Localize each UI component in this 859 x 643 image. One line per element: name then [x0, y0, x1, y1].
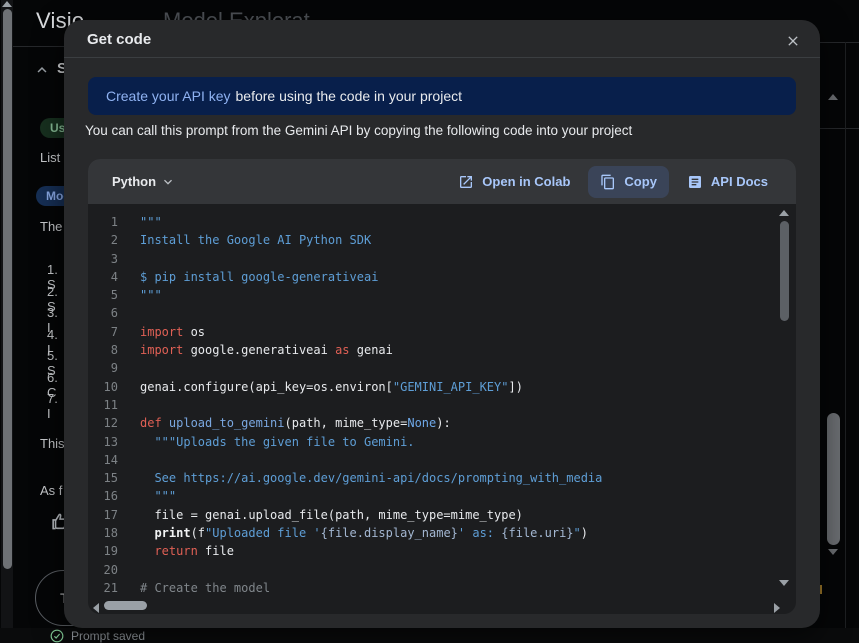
- button-label: API Docs: [711, 174, 768, 189]
- code-line: 20: [88, 561, 778, 579]
- line-number: 5: [88, 286, 118, 304]
- button-label: Open in Colab: [482, 174, 570, 189]
- code-line: 11: [88, 396, 778, 414]
- status-text: Prompt saved: [71, 629, 145, 643]
- line-number: 14: [88, 451, 118, 469]
- line-number: 18: [88, 524, 118, 542]
- bg-list-item: 7. I: [47, 391, 58, 421]
- bg-divider: [845, 42, 846, 643]
- page-scrollbar-thumb[interactable]: [827, 413, 840, 545]
- language-select[interactable]: Python: [112, 174, 176, 190]
- copy-button[interactable]: Copy: [588, 166, 669, 198]
- bg-divider: [820, 42, 859, 43]
- page-scrollbar-thumb[interactable]: [3, 9, 12, 569]
- code-line: 12def upload_to_gemini(path, mime_type=N…: [88, 414, 778, 432]
- scroll-right-icon[interactable]: [774, 603, 780, 613]
- code-scrollbar-vertical[interactable]: [780, 221, 789, 321]
- code-editor[interactable]: 1"""2Install the Google AI Python SDK34$…: [88, 204, 778, 596]
- line-number: 8: [88, 341, 118, 359]
- code-line: 2Install the Google AI Python SDK: [88, 231, 778, 249]
- api-key-banner: Create your API key before using the cod…: [88, 77, 796, 115]
- bg-text-this: This: [40, 436, 65, 451]
- close-button[interactable]: [780, 28, 806, 54]
- code-line: 18 print(f"Uploaded file '{file.display_…: [88, 524, 778, 542]
- code-line: 9: [88, 359, 778, 377]
- code-toolbar: Python Open in Colab: [88, 159, 796, 204]
- code-line: 6: [88, 304, 778, 322]
- scroll-up-icon[interactable]: [828, 94, 838, 100]
- line-number: 11: [88, 396, 118, 414]
- bg-divider: [13, 46, 64, 47]
- line-number: 10: [88, 378, 118, 396]
- code-line: 8import google.generativeai as genai: [88, 341, 778, 359]
- line-number: 3: [88, 250, 118, 268]
- line-number: 13: [88, 433, 118, 451]
- line-number: 15: [88, 469, 118, 487]
- bg-text-as: As f: [40, 483, 62, 498]
- get-code-dialog: Get code Create your API key before usin…: [64, 20, 820, 628]
- line-number: 17: [88, 506, 118, 524]
- code-line: 21# Create the model: [88, 579, 778, 596]
- dialog-title: Get code: [87, 31, 151, 48]
- code-line: 5""": [88, 286, 778, 304]
- line-number: 12: [88, 414, 118, 432]
- api-docs-button[interactable]: API Docs: [675, 166, 780, 198]
- code-line: 19 return file: [88, 542, 778, 560]
- document-icon: [687, 174, 703, 190]
- code-line: 10genai.configure(api_key=os.environ["GE…: [88, 378, 778, 396]
- code-line: 14: [88, 451, 778, 469]
- status-bar: Prompt saved: [0, 628, 859, 643]
- code-line: 13 """Uploads the given file to Gemini.: [88, 433, 778, 451]
- code-panel: Python Open in Colab: [88, 159, 796, 614]
- line-number: 20: [88, 561, 118, 579]
- line-number: 19: [88, 542, 118, 560]
- code-line: 7import os: [88, 323, 778, 341]
- dialog-subtitle: You can call this prompt from the Gemini…: [85, 123, 632, 138]
- line-number: 21: [88, 579, 118, 596]
- app-root: Visio Model Explorat S Use List Moc The …: [0, 0, 859, 643]
- chevron-up-icon[interactable]: [33, 61, 51, 79]
- line-number: 9: [88, 359, 118, 377]
- line-number: 2: [88, 231, 118, 249]
- code-scrollbar-horizontal[interactable]: [104, 601, 147, 610]
- divider: [64, 57, 820, 58]
- scroll-up-icon[interactable]: [779, 210, 789, 216]
- scroll-up-icon[interactable]: [2, 1, 12, 7]
- create-api-key-link[interactable]: Create your API key: [106, 88, 231, 104]
- line-number: 1: [88, 213, 118, 231]
- copy-icon: [600, 174, 616, 190]
- bg-text-list: List: [40, 150, 60, 165]
- code-line: 4$ pip install google-generativeai: [88, 268, 778, 286]
- code-line: 17 file = genai.upload_file(path, mime_t…: [88, 506, 778, 524]
- line-number: 16: [88, 487, 118, 505]
- code-line: 1""": [88, 213, 778, 231]
- scroll-left-icon[interactable]: [93, 603, 99, 613]
- scroll-down-icon[interactable]: [828, 549, 838, 555]
- code-line: 15 See https://ai.google.dev/gemini-api/…: [88, 469, 778, 487]
- code-line: 16 """: [88, 487, 778, 505]
- button-label: Copy: [624, 174, 657, 189]
- language-label: Python: [112, 174, 156, 189]
- code-lines: 1"""2Install the Google AI Python SDK34$…: [88, 213, 778, 596]
- toolbar-actions: Open in Colab Copy: [446, 166, 780, 198]
- code-line: 3: [88, 250, 778, 268]
- line-number: 6: [88, 304, 118, 322]
- scroll-down-icon[interactable]: [779, 580, 789, 586]
- banner-text: before using the code in your project: [236, 88, 462, 104]
- close-icon: [785, 33, 801, 49]
- bg-divider: [820, 128, 859, 129]
- line-number: 7: [88, 323, 118, 341]
- open-in-colab-button[interactable]: Open in Colab: [446, 166, 582, 198]
- chevron-down-icon: [160, 174, 176, 190]
- check-circle-icon: [50, 629, 64, 643]
- bg-text-the: The: [40, 219, 62, 234]
- line-number: 4: [88, 268, 118, 286]
- open-in-new-icon: [458, 174, 474, 190]
